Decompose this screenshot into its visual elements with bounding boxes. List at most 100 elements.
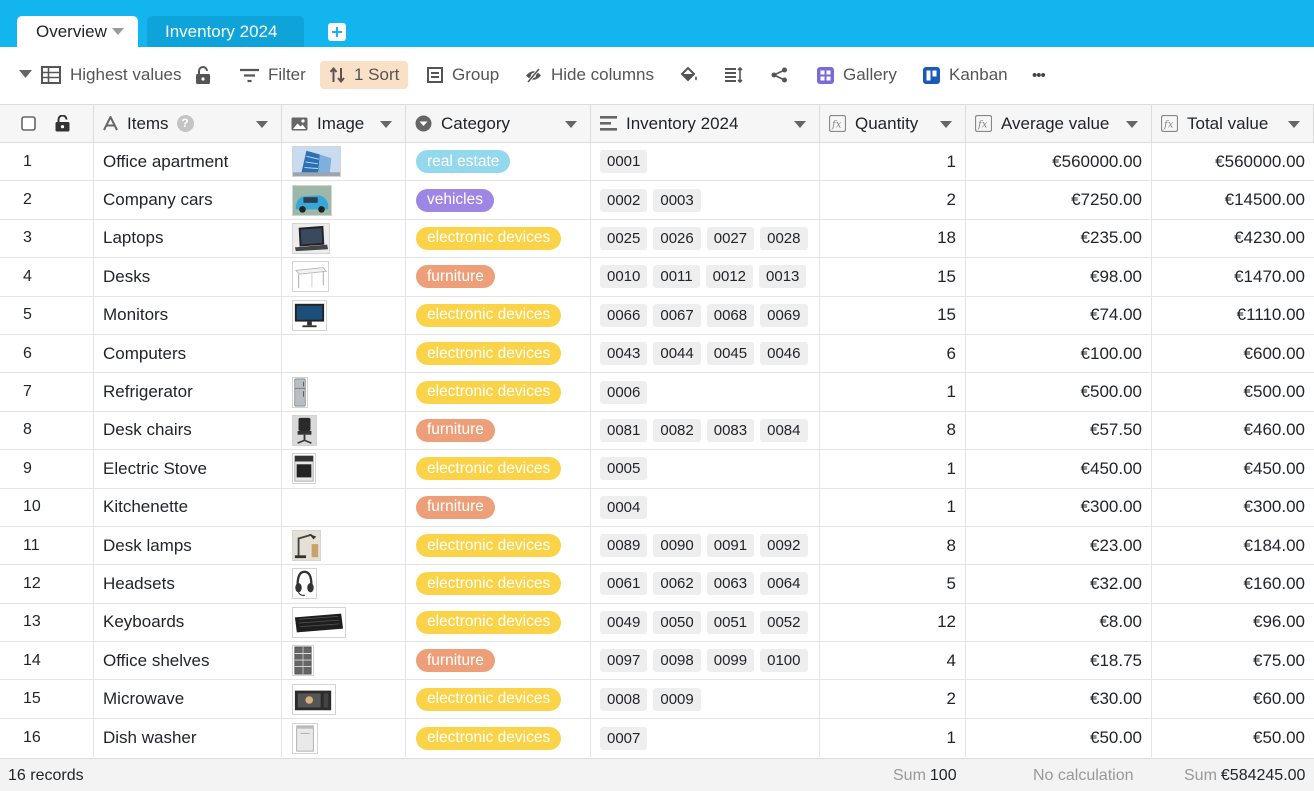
category-cell[interactable]: furniture [406, 258, 591, 296]
item-cell[interactable]: Keyboards [94, 603, 282, 642]
quantity-cell[interactable]: 12 [820, 603, 966, 642]
category-cell[interactable]: electronic devices [406, 296, 591, 334]
linked-record-chip[interactable]: 0081 [600, 418, 648, 442]
table-row[interactable]: 12 Headsets electronic devices 0061 0062 0063… [0, 565, 1314, 604]
inventory-cell[interactable]: 0049 0050 0051 0052 [591, 603, 820, 642]
unlock-icon[interactable] [55, 115, 70, 132]
image-cell[interactable] [282, 680, 406, 718]
desk-thumbnail[interactable] [292, 261, 329, 293]
average-value-cell[interactable]: €74.00 [966, 296, 1152, 334]
linked-record-chip[interactable]: 0090 [653, 534, 701, 558]
table-row[interactable]: 8 Desk chairs furniture 0081 0082 0083 0084 8 €5… [0, 411, 1314, 451]
linked-record-chip[interactable]: 0089 [600, 534, 648, 558]
column-header-average-value[interactable]: fx Average value [966, 105, 1152, 142]
item-cell[interactable]: Office apartment [94, 143, 282, 181]
item-cell[interactable]: Company cars [94, 181, 282, 219]
table-row[interactable]: 14 Office shelves furniture 0097 0098 0099 010… [0, 642, 1314, 681]
average-value-cell[interactable]: €98.00 [966, 258, 1152, 296]
average-value-cell[interactable]: €18.75 [966, 642, 1152, 680]
image-cell[interactable] [282, 411, 406, 450]
quantity-cell[interactable]: 1 [820, 718, 966, 758]
linked-record-chip[interactable]: 0046 [760, 342, 808, 366]
category-cell[interactable]: electronic devices [406, 450, 591, 488]
microwave-thumbnail[interactable] [292, 683, 336, 715]
inventory-cell[interactable]: 0005 [591, 450, 820, 488]
linked-record-chip[interactable]: 0003 [653, 188, 701, 212]
inventory-cell[interactable]: 0097 0098 0099 0100 [591, 642, 820, 680]
quantity-cell[interactable]: 8 [820, 526, 966, 565]
quantity-cell[interactable]: 6 [820, 334, 966, 373]
add-table-icon[interactable] [328, 23, 346, 41]
average-value-cell[interactable]: €300.00 [966, 488, 1152, 526]
category-cell[interactable]: electronic devices [406, 718, 591, 758]
keyboard-thumbnail[interactable] [292, 606, 346, 638]
column-header-category[interactable]: Category [406, 105, 591, 142]
quantity-cell[interactable]: 1 [820, 143, 966, 181]
quantity-cell[interactable]: 4 [820, 642, 966, 680]
linked-record-chip[interactable]: 0099 [706, 649, 755, 673]
linked-record-chip[interactable]: 0012 [705, 265, 754, 289]
item-cell[interactable]: Dish washer [94, 718, 282, 758]
total-value-cell[interactable]: €160.00 [1152, 565, 1314, 602]
stove-thumbnail[interactable] [292, 453, 316, 485]
table-row[interactable]: 1 Office apartment real estate 0001 1 €560000… [0, 143, 1314, 182]
linked-record-chip[interactable]: 0061 [600, 572, 648, 596]
image-cell[interactable] [282, 603, 406, 642]
headset-thumbnail[interactable] [292, 568, 317, 600]
chevron-down-icon[interactable] [380, 120, 392, 128]
linked-record-chip[interactable]: 0098 [653, 649, 701, 673]
column-header-quantity[interactable]: fx Quantity [820, 105, 966, 142]
total-value-cell[interactable]: €300.00 [1152, 489, 1314, 526]
item-cell[interactable]: Desks [94, 258, 282, 296]
total-value-cell[interactable]: €4230.00 [1152, 220, 1314, 257]
total-value-cell[interactable]: €1470.00 [1152, 258, 1314, 295]
quantity-cell[interactable]: 1 [820, 488, 966, 526]
table-row[interactable]: 5 Monitors electronic devices 0066 0067 0068 0… [0, 296, 1314, 335]
table-row[interactable]: 3 Laptops electronic devices 0025 0026 0027 00… [0, 219, 1314, 259]
chevron-down-icon[interactable] [565, 120, 577, 128]
average-value-cell[interactable]: €450.00 [966, 450, 1152, 488]
total-value-cell[interactable]: €560000.00 [1152, 143, 1314, 180]
category-cell[interactable]: furniture [406, 411, 591, 450]
linked-record-chip[interactable]: 0092 [760, 534, 808, 558]
total-value-cell[interactable]: €96.00 [1152, 604, 1314, 641]
average-value-cell[interactable]: €7250.00 [966, 181, 1152, 219]
linked-record-chip[interactable]: 0064 [760, 572, 808, 596]
quantity-cell[interactable]: 2 [820, 181, 966, 219]
inventory-cell[interactable]: 0002 0003 [591, 181, 820, 219]
quantity-cell[interactable]: 1 [820, 450, 966, 488]
linked-record-chip[interactable]: 0001 [600, 150, 648, 174]
category-cell[interactable]: vehicles [406, 181, 591, 219]
linked-record-chip[interactable]: 0082 [653, 418, 701, 442]
help-icon[interactable]: ? [176, 115, 194, 132]
inventory-cell[interactable]: 0061 0062 0063 0064 [591, 565, 820, 603]
linked-record-chip[interactable]: 0006 [600, 380, 648, 404]
total-value-cell[interactable]: €75.00 [1152, 642, 1314, 679]
quantity-cell[interactable]: 5 [820, 565, 966, 603]
inventory-cell[interactable]: 0004 [591, 488, 820, 526]
linked-record-chip[interactable]: 0028 [760, 226, 808, 250]
image-cell[interactable] [282, 143, 406, 181]
quantity-cell[interactable]: 1 [820, 373, 966, 411]
quantity-cell[interactable]: 15 [820, 258, 966, 296]
inventory-cell[interactable]: 0010 0011 0012 0013 [591, 258, 820, 296]
image-cell[interactable] [282, 488, 406, 526]
category-cell[interactable]: furniture [406, 642, 591, 680]
linked-record-chip[interactable]: 0068 [706, 303, 755, 327]
image-cell[interactable] [282, 258, 406, 296]
inventory-cell[interactable]: 0089 0090 0091 0092 [591, 526, 820, 565]
gallery-plugin-button[interactable]: Gallery [817, 61, 897, 89]
average-value-cell[interactable]: €100.00 [966, 334, 1152, 373]
linked-record-chip[interactable]: 0049 [600, 610, 648, 634]
item-cell[interactable]: Office shelves [94, 642, 282, 680]
category-cell[interactable]: electronic devices [406, 219, 591, 258]
kanban-plugin-button[interactable]: Kanban [923, 61, 1008, 89]
average-value-cell[interactable]: €235.00 [966, 219, 1152, 258]
fridge-thumbnail[interactable] [292, 376, 308, 408]
inventory-cell[interactable]: 0025 0026 0027 0028 [591, 219, 820, 258]
category-cell[interactable]: electronic devices [406, 526, 591, 565]
linked-record-chip[interactable]: 0050 [653, 610, 701, 634]
item-cell[interactable]: Electric Stove [94, 450, 282, 488]
table-row[interactable]: 13 Keyboards electronic devices 0049 0050 005… [0, 603, 1314, 643]
table-row[interactable]: 4 Desks furniture 0010 0011 0012 0013 15 €98.00 €… [0, 258, 1314, 297]
